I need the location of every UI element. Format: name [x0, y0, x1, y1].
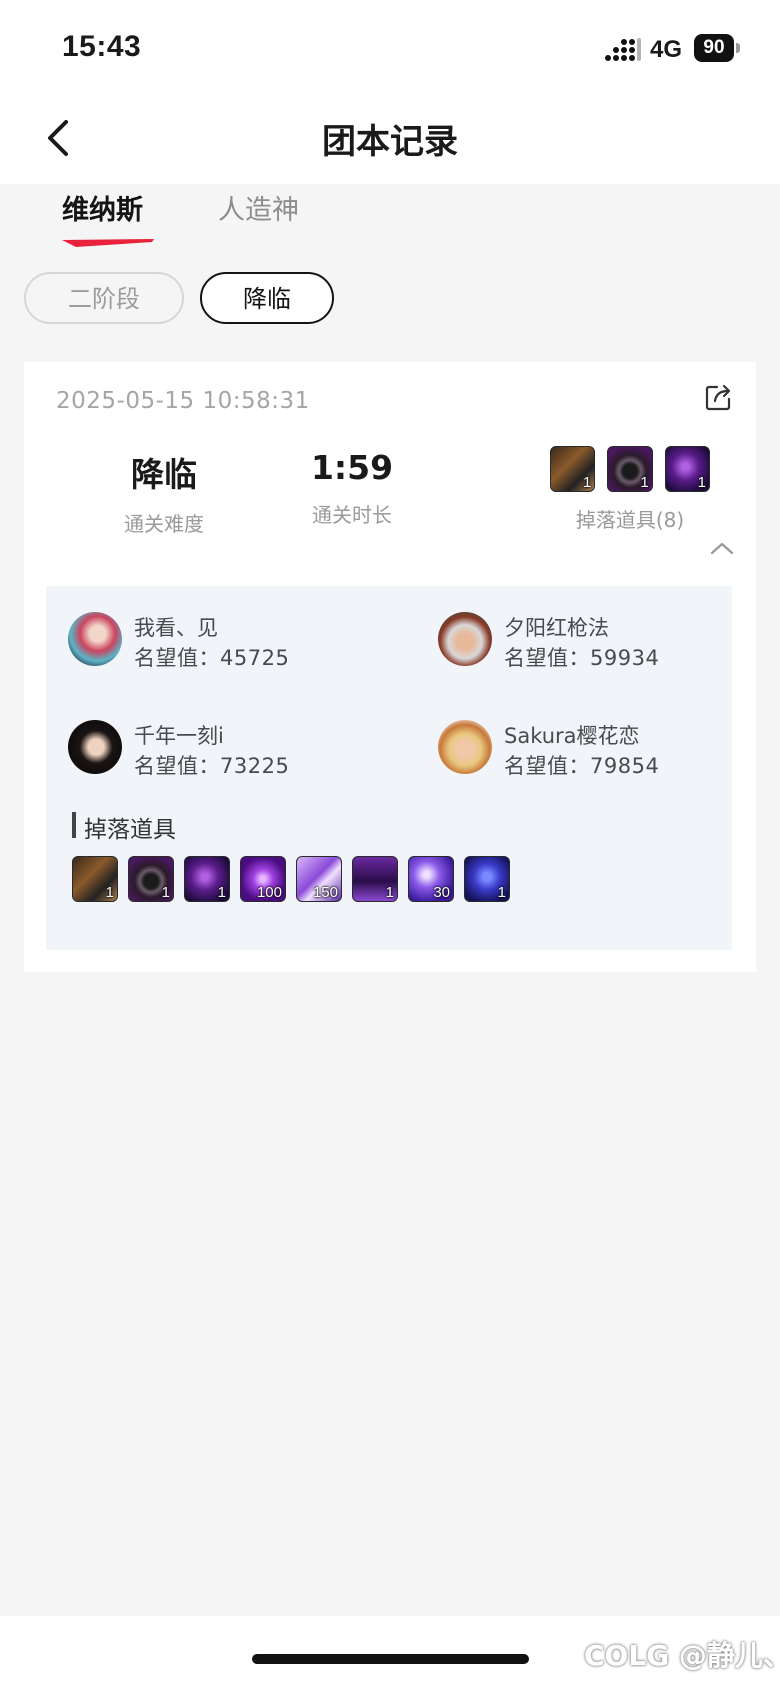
- difficulty-stat: 降临 通关难度: [84, 448, 244, 537]
- party-member[interactable]: 夕阳红枪法 名望值：59934: [438, 612, 738, 672]
- avatar: [68, 612, 122, 666]
- armor-item-icon[interactable]: 1: [72, 856, 118, 902]
- drops-section-title: 掉落道具: [84, 817, 176, 843]
- member-name: 我看、见: [134, 616, 218, 640]
- duration-value: 1:59: [310, 448, 394, 487]
- battery-icon: 90: [694, 34, 740, 62]
- purple-crystal-item-icon[interactable]: 150: [296, 856, 342, 902]
- item-qty: 1: [697, 474, 706, 491]
- home-indicator[interactable]: [252, 1654, 529, 1664]
- share-icon[interactable]: [704, 382, 734, 412]
- tab-artificial-god[interactable]: 人造神: [218, 188, 299, 227]
- watermark: COLG @静儿、: [584, 1639, 780, 1672]
- item-qty: 1: [583, 474, 592, 491]
- member-name: 千年一刻i: [134, 724, 224, 748]
- record-card: 2025-05-15 10:58:31 降临 通关难度 1:59 通关时长 1 …: [24, 362, 756, 972]
- chevron-up-icon[interactable]: [708, 538, 736, 558]
- member-name: Sakura樱花恋: [504, 724, 640, 748]
- purple-sphere-item-icon[interactable]: 100: [240, 856, 286, 902]
- duration-stat: 1:59 通关时长: [272, 448, 432, 528]
- avatar: [438, 612, 492, 666]
- filter-chip-descent[interactable]: 降临: [200, 272, 334, 324]
- status-bar: 15:43 4G 90: [0, 0, 780, 96]
- member-reputation: 名望值：45725: [134, 646, 290, 670]
- purple-box-item-icon[interactable]: 1: [352, 856, 398, 902]
- tab-active-indicator: [62, 239, 154, 247]
- ring-item-icon[interactable]: 1: [607, 446, 653, 492]
- network-type: 4G: [650, 36, 683, 63]
- stage-filters: 二阶段 降临: [0, 272, 780, 326]
- party-member[interactable]: 千年一刻i 名望值：73225: [68, 720, 368, 780]
- status-time: 15:43: [62, 30, 142, 63]
- drops-summary-label: 掉落道具(8): [575, 508, 685, 532]
- drops-summary[interactable]: 1 1 1 掉落道具(8): [550, 446, 710, 533]
- ring-item-icon[interactable]: 1: [128, 856, 174, 902]
- raid-tabs: 维纳斯 人造神: [0, 184, 780, 254]
- cellular-signal-icon: [605, 38, 641, 61]
- member-reputation: 名望值：73225: [134, 754, 290, 778]
- avatar: [68, 720, 122, 774]
- duration-label: 通关时长: [312, 503, 392, 527]
- nav-bar: 团本记录: [0, 96, 780, 184]
- party-member[interactable]: Sakura樱花恋 名望值：79854: [438, 720, 738, 780]
- tab-venus[interactable]: 维纳斯: [62, 188, 143, 227]
- difficulty-label: 通关难度: [124, 512, 204, 536]
- purple-orb-item-icon[interactable]: 1: [184, 856, 230, 902]
- party-member[interactable]: 我看、见 名望值：45725: [68, 612, 368, 672]
- difficulty-value: 降临: [131, 455, 197, 494]
- member-reputation: 名望值：79854: [504, 754, 660, 778]
- record-datetime: 2025-05-15 10:58:31: [56, 388, 310, 414]
- member-reputation: 名望值：59934: [504, 646, 660, 670]
- blue-orb-item-icon[interactable]: 1: [464, 856, 510, 902]
- drops-list: 1 1 1 100 150 1 30 1: [72, 856, 510, 902]
- purple-orb-item-icon[interactable]: 1: [664, 446, 710, 492]
- armor-item-icon[interactable]: 1: [550, 446, 596, 492]
- avatar: [438, 720, 492, 774]
- purple-shard-item-icon[interactable]: 30: [408, 856, 454, 902]
- member-name: 夕阳红枪法: [504, 616, 609, 640]
- filter-chip-stage-two[interactable]: 二阶段: [24, 272, 184, 324]
- party-panel: 我看、见 名望值：45725 夕阳红枪法 名望值：59934 千年一刻i 名望值…: [46, 586, 732, 950]
- page-title: 团本记录: [322, 122, 458, 162]
- item-qty: 1: [640, 474, 649, 491]
- battery-level: 90: [694, 34, 734, 62]
